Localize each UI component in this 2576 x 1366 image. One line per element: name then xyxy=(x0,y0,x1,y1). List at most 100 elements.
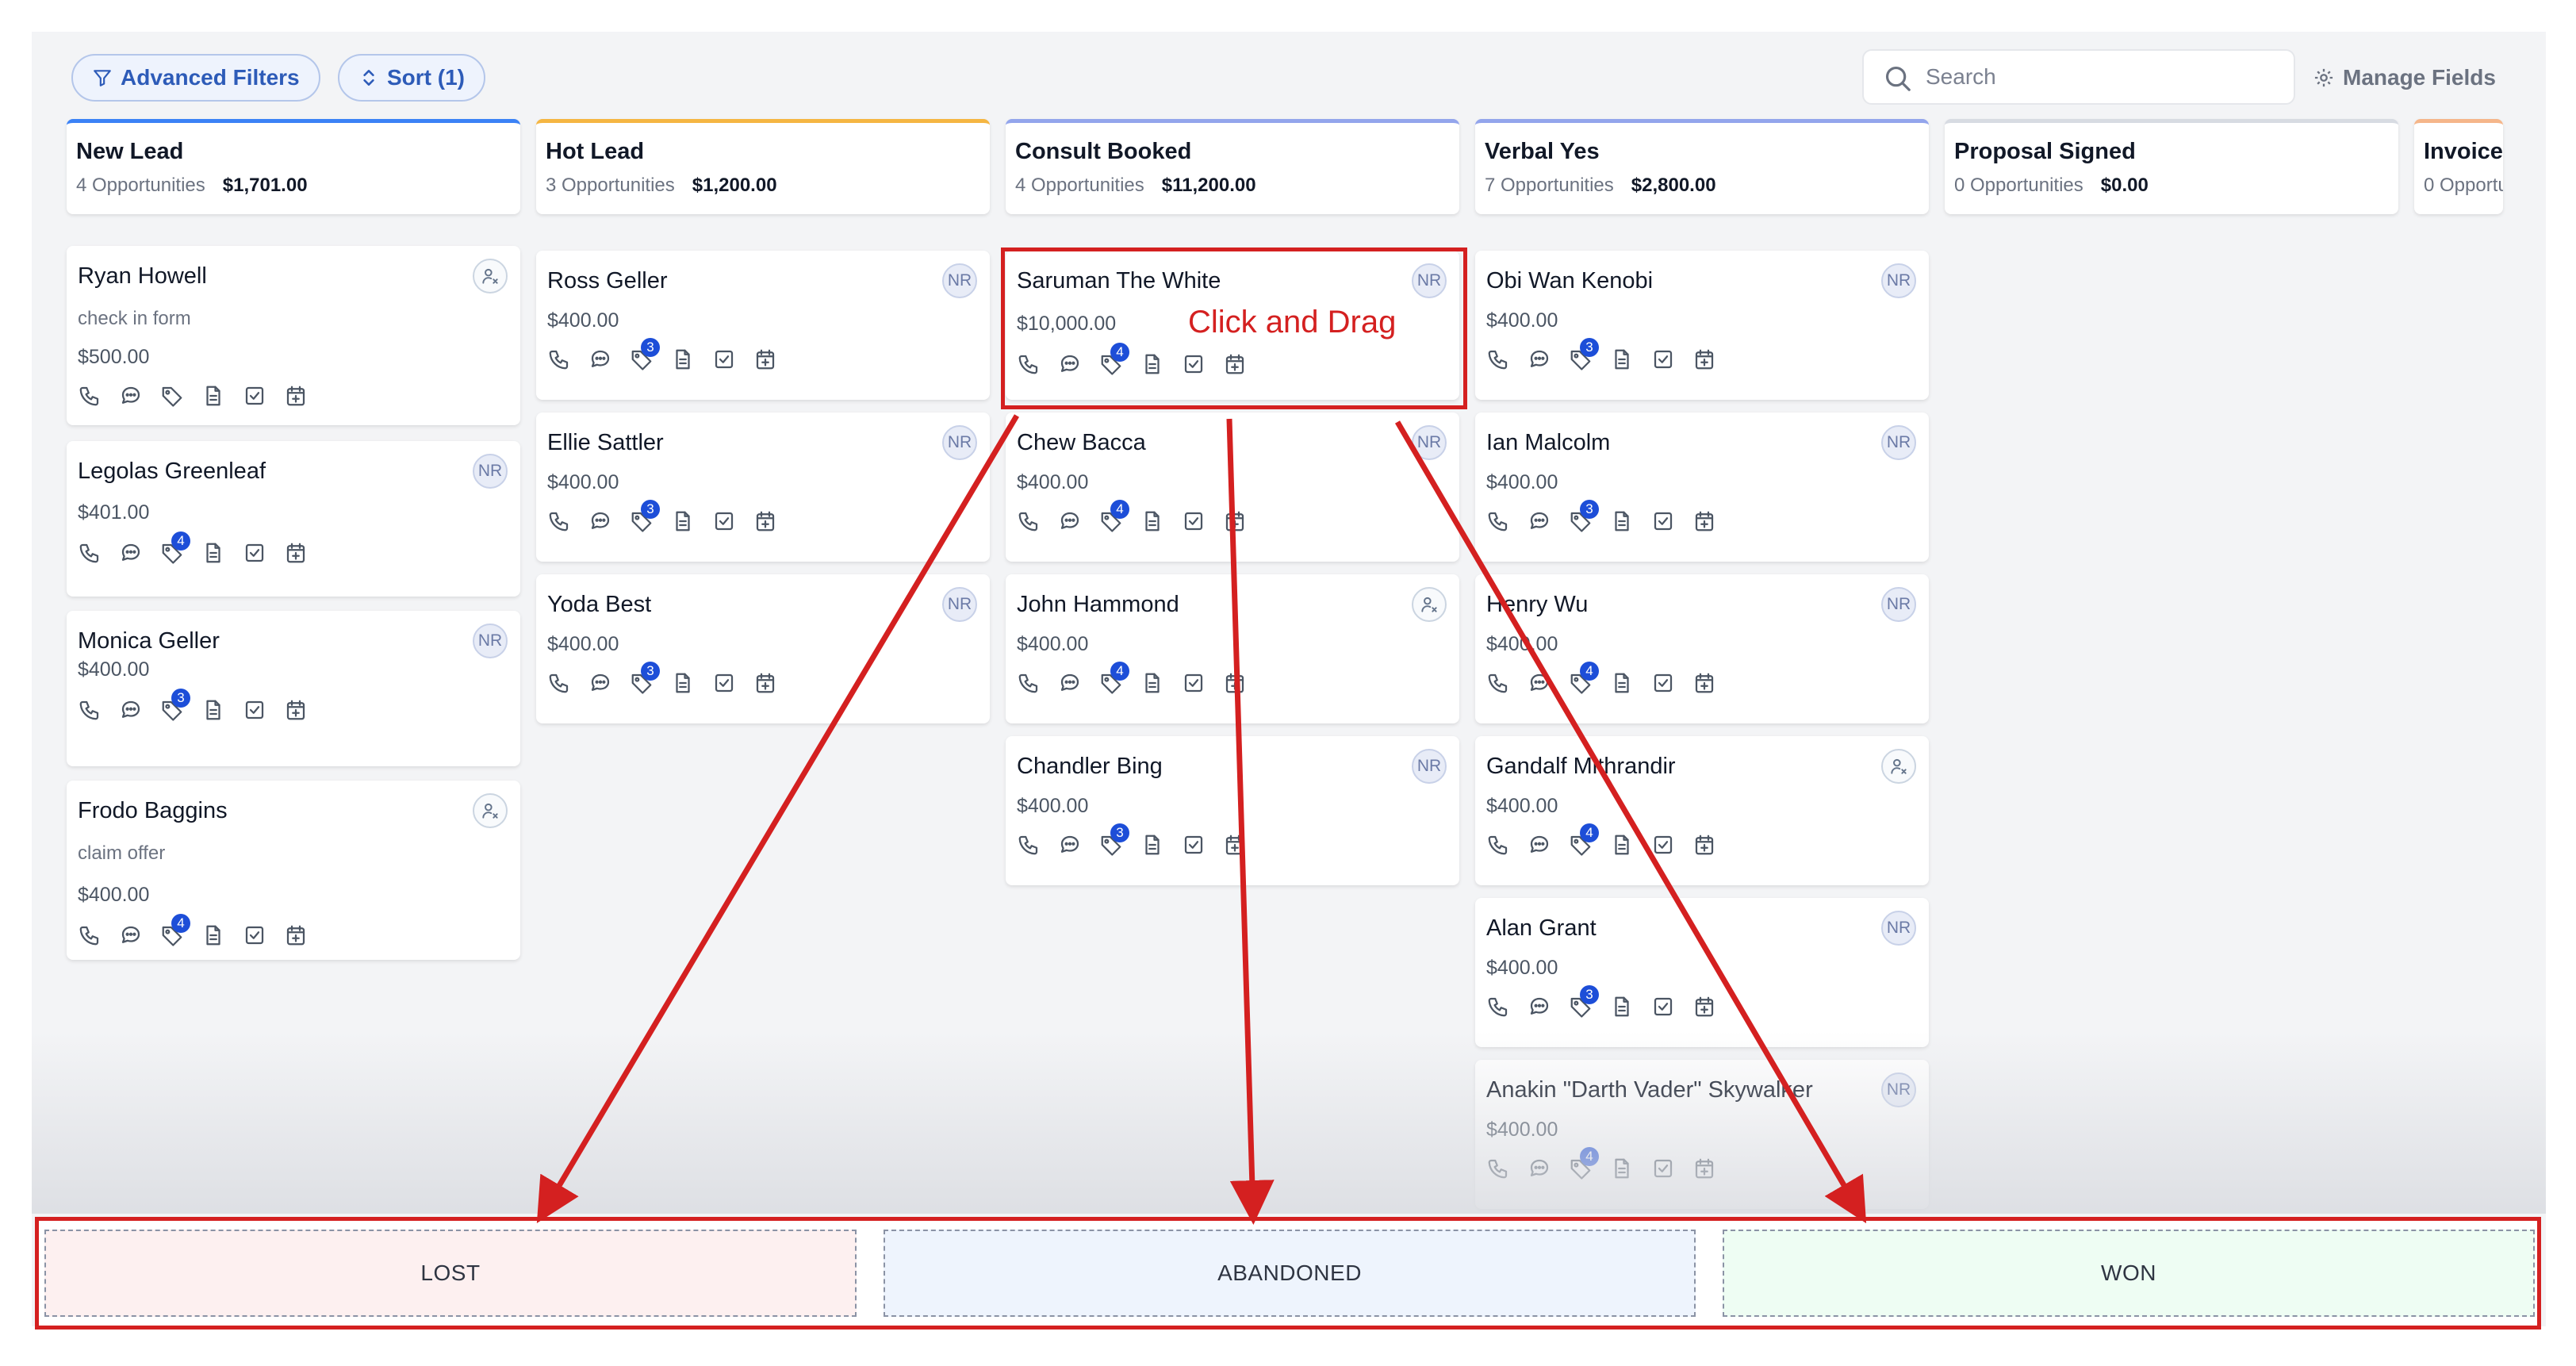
phone-action[interactable] xyxy=(1486,347,1510,371)
phone-action[interactable] xyxy=(547,671,571,695)
opportunity-card[interactable]: Ellie Sattler $400.00 NR 3 xyxy=(536,412,990,562)
tag-action[interactable]: 3 xyxy=(1569,985,1599,1019)
phone-action[interactable] xyxy=(1486,671,1510,695)
tag-action[interactable]: 3 xyxy=(1569,338,1599,371)
tag-action[interactable]: 3 xyxy=(630,338,660,371)
chat-action[interactable] xyxy=(1058,833,1082,857)
checkbox-action[interactable] xyxy=(1182,833,1206,857)
tag-action[interactable]: 3 xyxy=(1099,823,1129,857)
chat-action[interactable] xyxy=(1528,1157,1551,1180)
checkbox-action[interactable] xyxy=(243,698,266,722)
chat-action[interactable] xyxy=(1058,671,1082,695)
unassigned-avatar[interactable] xyxy=(473,259,508,294)
opportunity-card[interactable]: Legolas Greenleaf $401.00 NR 4 xyxy=(67,441,520,597)
document-action[interactable] xyxy=(1140,352,1164,376)
calendar-add-action[interactable] xyxy=(1692,995,1716,1019)
search-input[interactable] xyxy=(1926,64,2275,90)
chat-action[interactable] xyxy=(119,541,143,565)
document-action[interactable] xyxy=(671,671,695,695)
calendar-add-action[interactable] xyxy=(753,347,777,371)
chat-action[interactable] xyxy=(1528,833,1551,857)
phone-action[interactable] xyxy=(547,347,571,371)
tag-action[interactable]: 4 xyxy=(160,531,190,565)
calendar-add-action[interactable] xyxy=(1692,833,1716,857)
chat-action[interactable] xyxy=(588,347,612,371)
tag-action[interactable]: 3 xyxy=(630,500,660,533)
assignee-avatar[interactable]: NR xyxy=(1881,1072,1916,1107)
opportunity-card[interactable]: John Hammond $400.00 4 xyxy=(1006,574,1459,723)
checkbox-action[interactable] xyxy=(243,384,266,408)
phone-action[interactable] xyxy=(78,923,102,947)
tag-action[interactable]: 4 xyxy=(1099,343,1129,376)
document-action[interactable] xyxy=(201,698,225,722)
opportunity-card[interactable]: Gandalf Mithrandir $400.00 4 xyxy=(1475,736,1929,885)
opportunity-card[interactable]: Henry Wu $400.00 NR 4 xyxy=(1475,574,1929,723)
opportunity-card[interactable]: Anakin "Darth Vader" Skywalker $400.00 NR 4 xyxy=(1475,1060,1929,1209)
assignee-avatar[interactable]: NR xyxy=(473,454,508,489)
document-action[interactable] xyxy=(201,541,225,565)
drop-zone-won[interactable]: WON xyxy=(1723,1230,2535,1317)
assignee-avatar[interactable]: NR xyxy=(1881,425,1916,460)
chat-action[interactable] xyxy=(1528,347,1551,371)
checkbox-action[interactable] xyxy=(1651,1157,1675,1180)
phone-action[interactable] xyxy=(1017,671,1041,695)
phone-action[interactable] xyxy=(547,509,571,533)
search-box[interactable] xyxy=(1862,49,2295,105)
chat-action[interactable] xyxy=(119,923,143,947)
tag-action[interactable]: 4 xyxy=(1099,662,1129,695)
chat-action[interactable] xyxy=(588,671,612,695)
chat-action[interactable] xyxy=(1528,671,1551,695)
document-action[interactable] xyxy=(1140,671,1164,695)
opportunity-card[interactable]: Monica Geller $400.00 NR 3 xyxy=(67,611,520,766)
chat-action[interactable] xyxy=(1528,995,1551,1019)
assignee-avatar[interactable]: NR xyxy=(942,425,977,460)
checkbox-action[interactable] xyxy=(243,923,266,947)
checkbox-action[interactable] xyxy=(712,671,736,695)
calendar-add-action[interactable] xyxy=(1223,833,1247,857)
chat-action[interactable] xyxy=(1058,352,1082,376)
unassigned-avatar[interactable] xyxy=(1412,587,1447,622)
document-action[interactable] xyxy=(201,384,225,408)
assignee-avatar[interactable]: NR xyxy=(1881,263,1916,298)
chat-action[interactable] xyxy=(1058,509,1082,533)
drop-zone-abandoned[interactable]: ABANDONED xyxy=(884,1230,1696,1317)
advanced-filters-button[interactable]: Advanced Filters xyxy=(71,54,320,102)
assignee-avatar[interactable]: NR xyxy=(1881,587,1916,622)
phone-action[interactable] xyxy=(1486,833,1510,857)
document-action[interactable] xyxy=(1140,509,1164,533)
checkbox-action[interactable] xyxy=(1651,833,1675,857)
phone-action[interactable] xyxy=(78,541,102,565)
checkbox-action[interactable] xyxy=(1651,347,1675,371)
tag-action[interactable]: 4 xyxy=(1569,823,1599,857)
phone-action[interactable] xyxy=(78,384,102,408)
phone-action[interactable] xyxy=(78,698,102,722)
document-action[interactable] xyxy=(1610,671,1634,695)
checkbox-action[interactable] xyxy=(1182,352,1206,376)
calendar-add-action[interactable] xyxy=(1223,671,1247,695)
assignee-avatar[interactable]: NR xyxy=(1412,263,1447,298)
checkbox-action[interactable] xyxy=(1651,509,1675,533)
opportunity-card[interactable]: Chandler Bing $400.00 NR 3 xyxy=(1006,736,1459,885)
assignee-avatar[interactable]: NR xyxy=(1412,749,1447,784)
manage-fields-button[interactable]: Manage Fields xyxy=(2313,60,2496,95)
document-action[interactable] xyxy=(1140,833,1164,857)
opportunity-card[interactable]: Ryan Howell check in form $500.00 xyxy=(67,246,520,425)
chat-action[interactable] xyxy=(119,698,143,722)
calendar-add-action[interactable] xyxy=(284,541,308,565)
checkbox-action[interactable] xyxy=(712,509,736,533)
drop-zone-lost[interactable]: LOST xyxy=(44,1230,857,1317)
calendar-add-action[interactable] xyxy=(284,923,308,947)
calendar-add-action[interactable] xyxy=(753,509,777,533)
document-action[interactable] xyxy=(671,509,695,533)
checkbox-action[interactable] xyxy=(1182,509,1206,533)
document-action[interactable] xyxy=(1610,833,1634,857)
document-action[interactable] xyxy=(1610,347,1634,371)
phone-action[interactable] xyxy=(1017,509,1041,533)
phone-action[interactable] xyxy=(1486,1157,1510,1180)
document-action[interactable] xyxy=(201,923,225,947)
sort-button[interactable]: Sort (1) xyxy=(338,54,485,102)
checkbox-action[interactable] xyxy=(243,541,266,565)
checkbox-action[interactable] xyxy=(1651,995,1675,1019)
tag-action[interactable]: 4 xyxy=(1569,1147,1599,1180)
assignee-avatar[interactable]: NR xyxy=(1881,911,1916,946)
